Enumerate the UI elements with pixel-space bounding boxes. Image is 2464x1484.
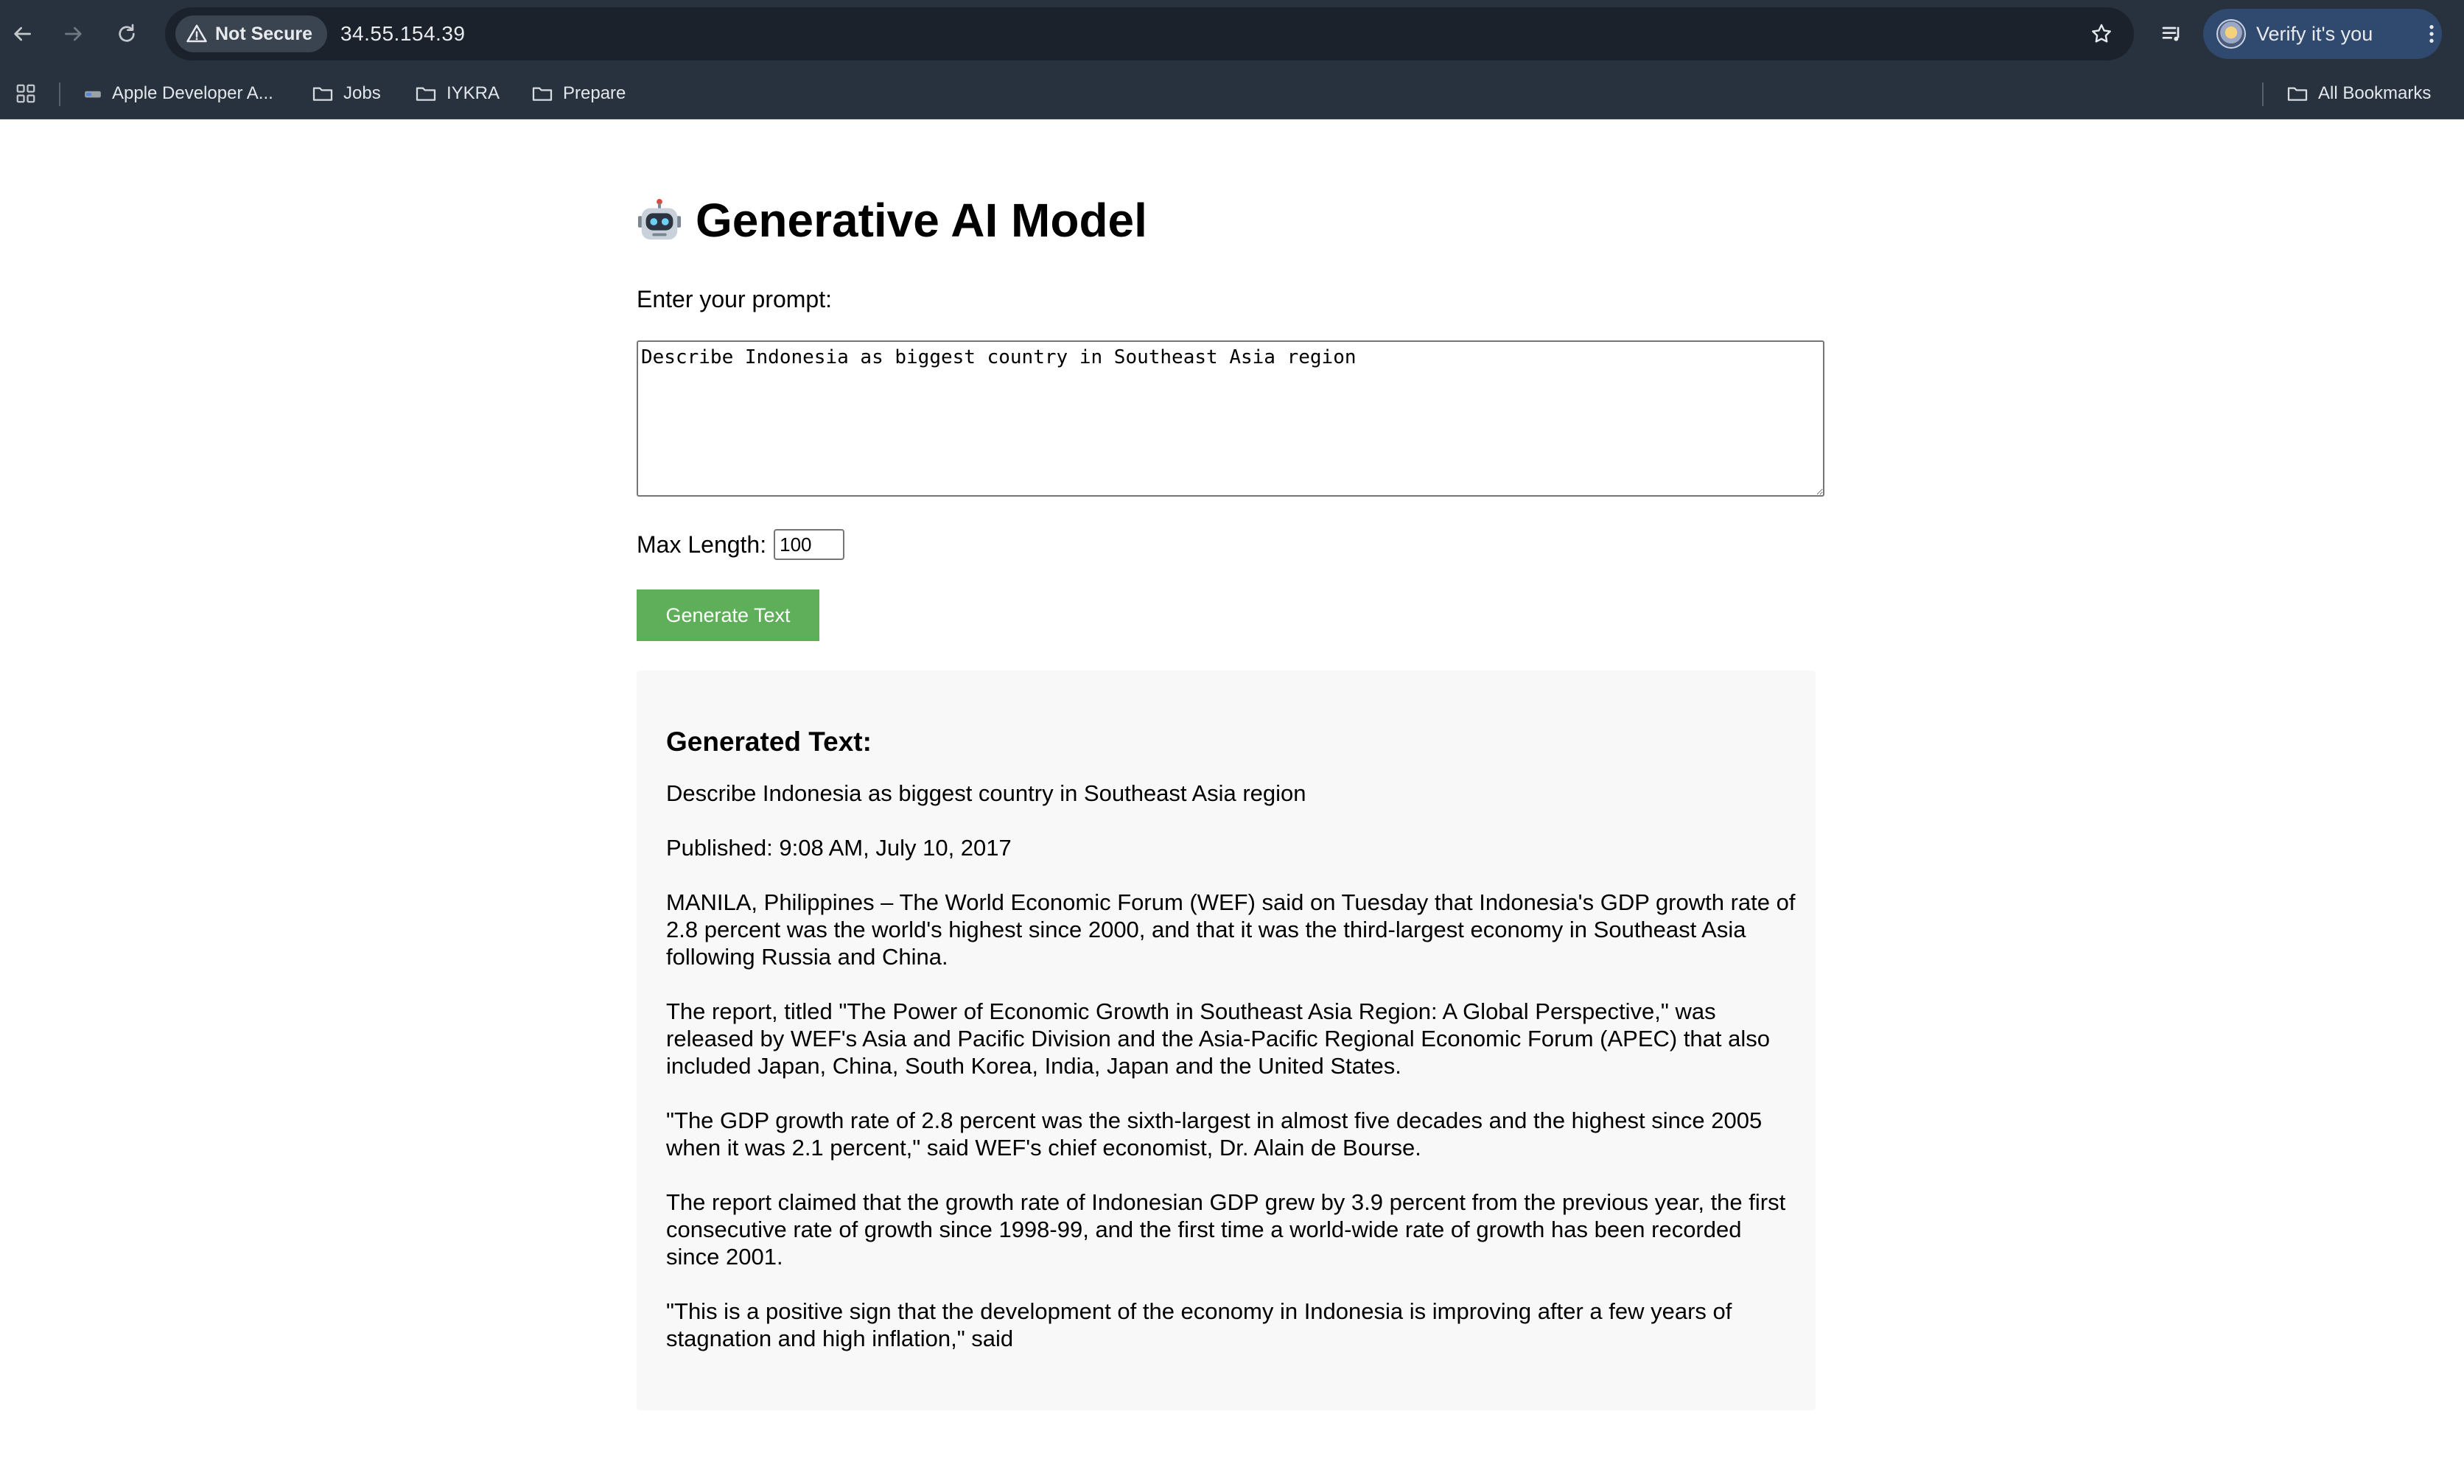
forward-arrow-icon	[65, 27, 82, 41]
output-heading: Generated Text:	[666, 727, 872, 757]
more-vertical-icon	[2429, 25, 2434, 43]
max-length-label: Max Length:	[637, 531, 767, 558]
bookmarks-divider	[2262, 83, 2264, 106]
avatar	[2216, 19, 2246, 49]
page-title: Generative AI Model	[637, 193, 1147, 248]
bookmark-prepare[interactable]: Prepare	[525, 77, 631, 111]
bookmark-jobs[interactable]: Jobs	[305, 77, 387, 111]
back-button[interactable]	[4, 16, 40, 52]
folder-icon	[416, 87, 436, 101]
generated-text: Describe Indonesia as biggest country in…	[666, 780, 1801, 1379]
apps-button[interactable]	[12, 80, 40, 108]
output-paragraph: "This is a positive sign that the develo…	[666, 1298, 1732, 1351]
apple-favicon-icon	[83, 83, 103, 104]
url-text[interactable]: 34.55.154.39	[340, 22, 466, 46]
star-icon	[2092, 24, 2111, 43]
profile-label: Verify it's you	[2256, 22, 2373, 45]
bookmark-apple-developer[interactable]: Apple Developer A...	[77, 77, 279, 111]
max-length-row: Max Length:	[637, 529, 845, 560]
all-bookmarks-label: All Bookmarks	[2318, 83, 2432, 103]
bookmarks-bar: Apple Developer A... Jobs IYKRA Prepare …	[0, 68, 2464, 119]
bookmark-star-button[interactable]	[2085, 18, 2118, 50]
prompt-label: Enter your prompt:	[637, 286, 832, 312]
output-paragraph: "The GDP growth rate of 2.8 percent was …	[666, 1107, 1763, 1161]
folder-icon	[532, 87, 553, 101]
output-paragraph: The report, titled "The Power of Economi…	[666, 998, 1771, 1079]
address-bar[interactable]: Not Secure 34.55.154.39	[165, 7, 2134, 60]
bookmark-label: Jobs	[343, 83, 381, 103]
profile-button[interactable]: Verify it's you	[2203, 9, 2442, 59]
bookmark-label: Prepare	[563, 83, 626, 103]
folder-icon	[312, 87, 333, 101]
apps-grid-icon	[16, 84, 35, 103]
prompt-textarea[interactable]: Describe Indonesia as biggest country in…	[637, 340, 1824, 497]
output-panel: Generated Text: Describe Indonesia as bi…	[637, 671, 1816, 1410]
browser-menu-button[interactable]	[2417, 16, 2446, 52]
security-label: Not Secure	[215, 23, 312, 44]
bookmark-label: IYKRA	[447, 83, 500, 103]
output-paragraph: MANILA, Philippines – The World Economic…	[666, 889, 1796, 970]
playlist-icon	[2162, 27, 2180, 41]
back-arrow-icon	[14, 27, 31, 41]
max-length-input[interactable]	[774, 529, 845, 560]
forward-button[interactable]	[56, 16, 91, 52]
output-paragraph: The report claimed that the growth rate …	[666, 1189, 1786, 1270]
reload-icon	[119, 24, 135, 42]
bookmarks-divider	[59, 83, 60, 106]
bookmark-label: Apple Developer A...	[112, 83, 273, 103]
output-paragraph: Describe Indonesia as biggest country in…	[666, 780, 1306, 806]
warning-triangle-icon	[186, 24, 207, 43]
folder-icon	[2287, 87, 2308, 101]
robot-icon	[637, 198, 682, 240]
page-title-text: Generative AI Model	[696, 194, 1147, 247]
generate-text-button[interactable]: Generate Text	[637, 589, 819, 641]
all-bookmarks-button[interactable]: All Bookmarks	[2280, 77, 2437, 111]
security-indicator[interactable]: Not Secure	[175, 15, 327, 52]
bookmark-iykra[interactable]: IYKRA	[408, 77, 505, 111]
output-paragraph: Published: 9:08 AM, July 10, 2017	[666, 835, 1012, 861]
reload-button[interactable]	[109, 16, 144, 52]
media-controls-button[interactable]	[2155, 16, 2190, 52]
browser-toolbar: Not Secure 34.55.154.39 Verify it's you	[0, 0, 2464, 68]
